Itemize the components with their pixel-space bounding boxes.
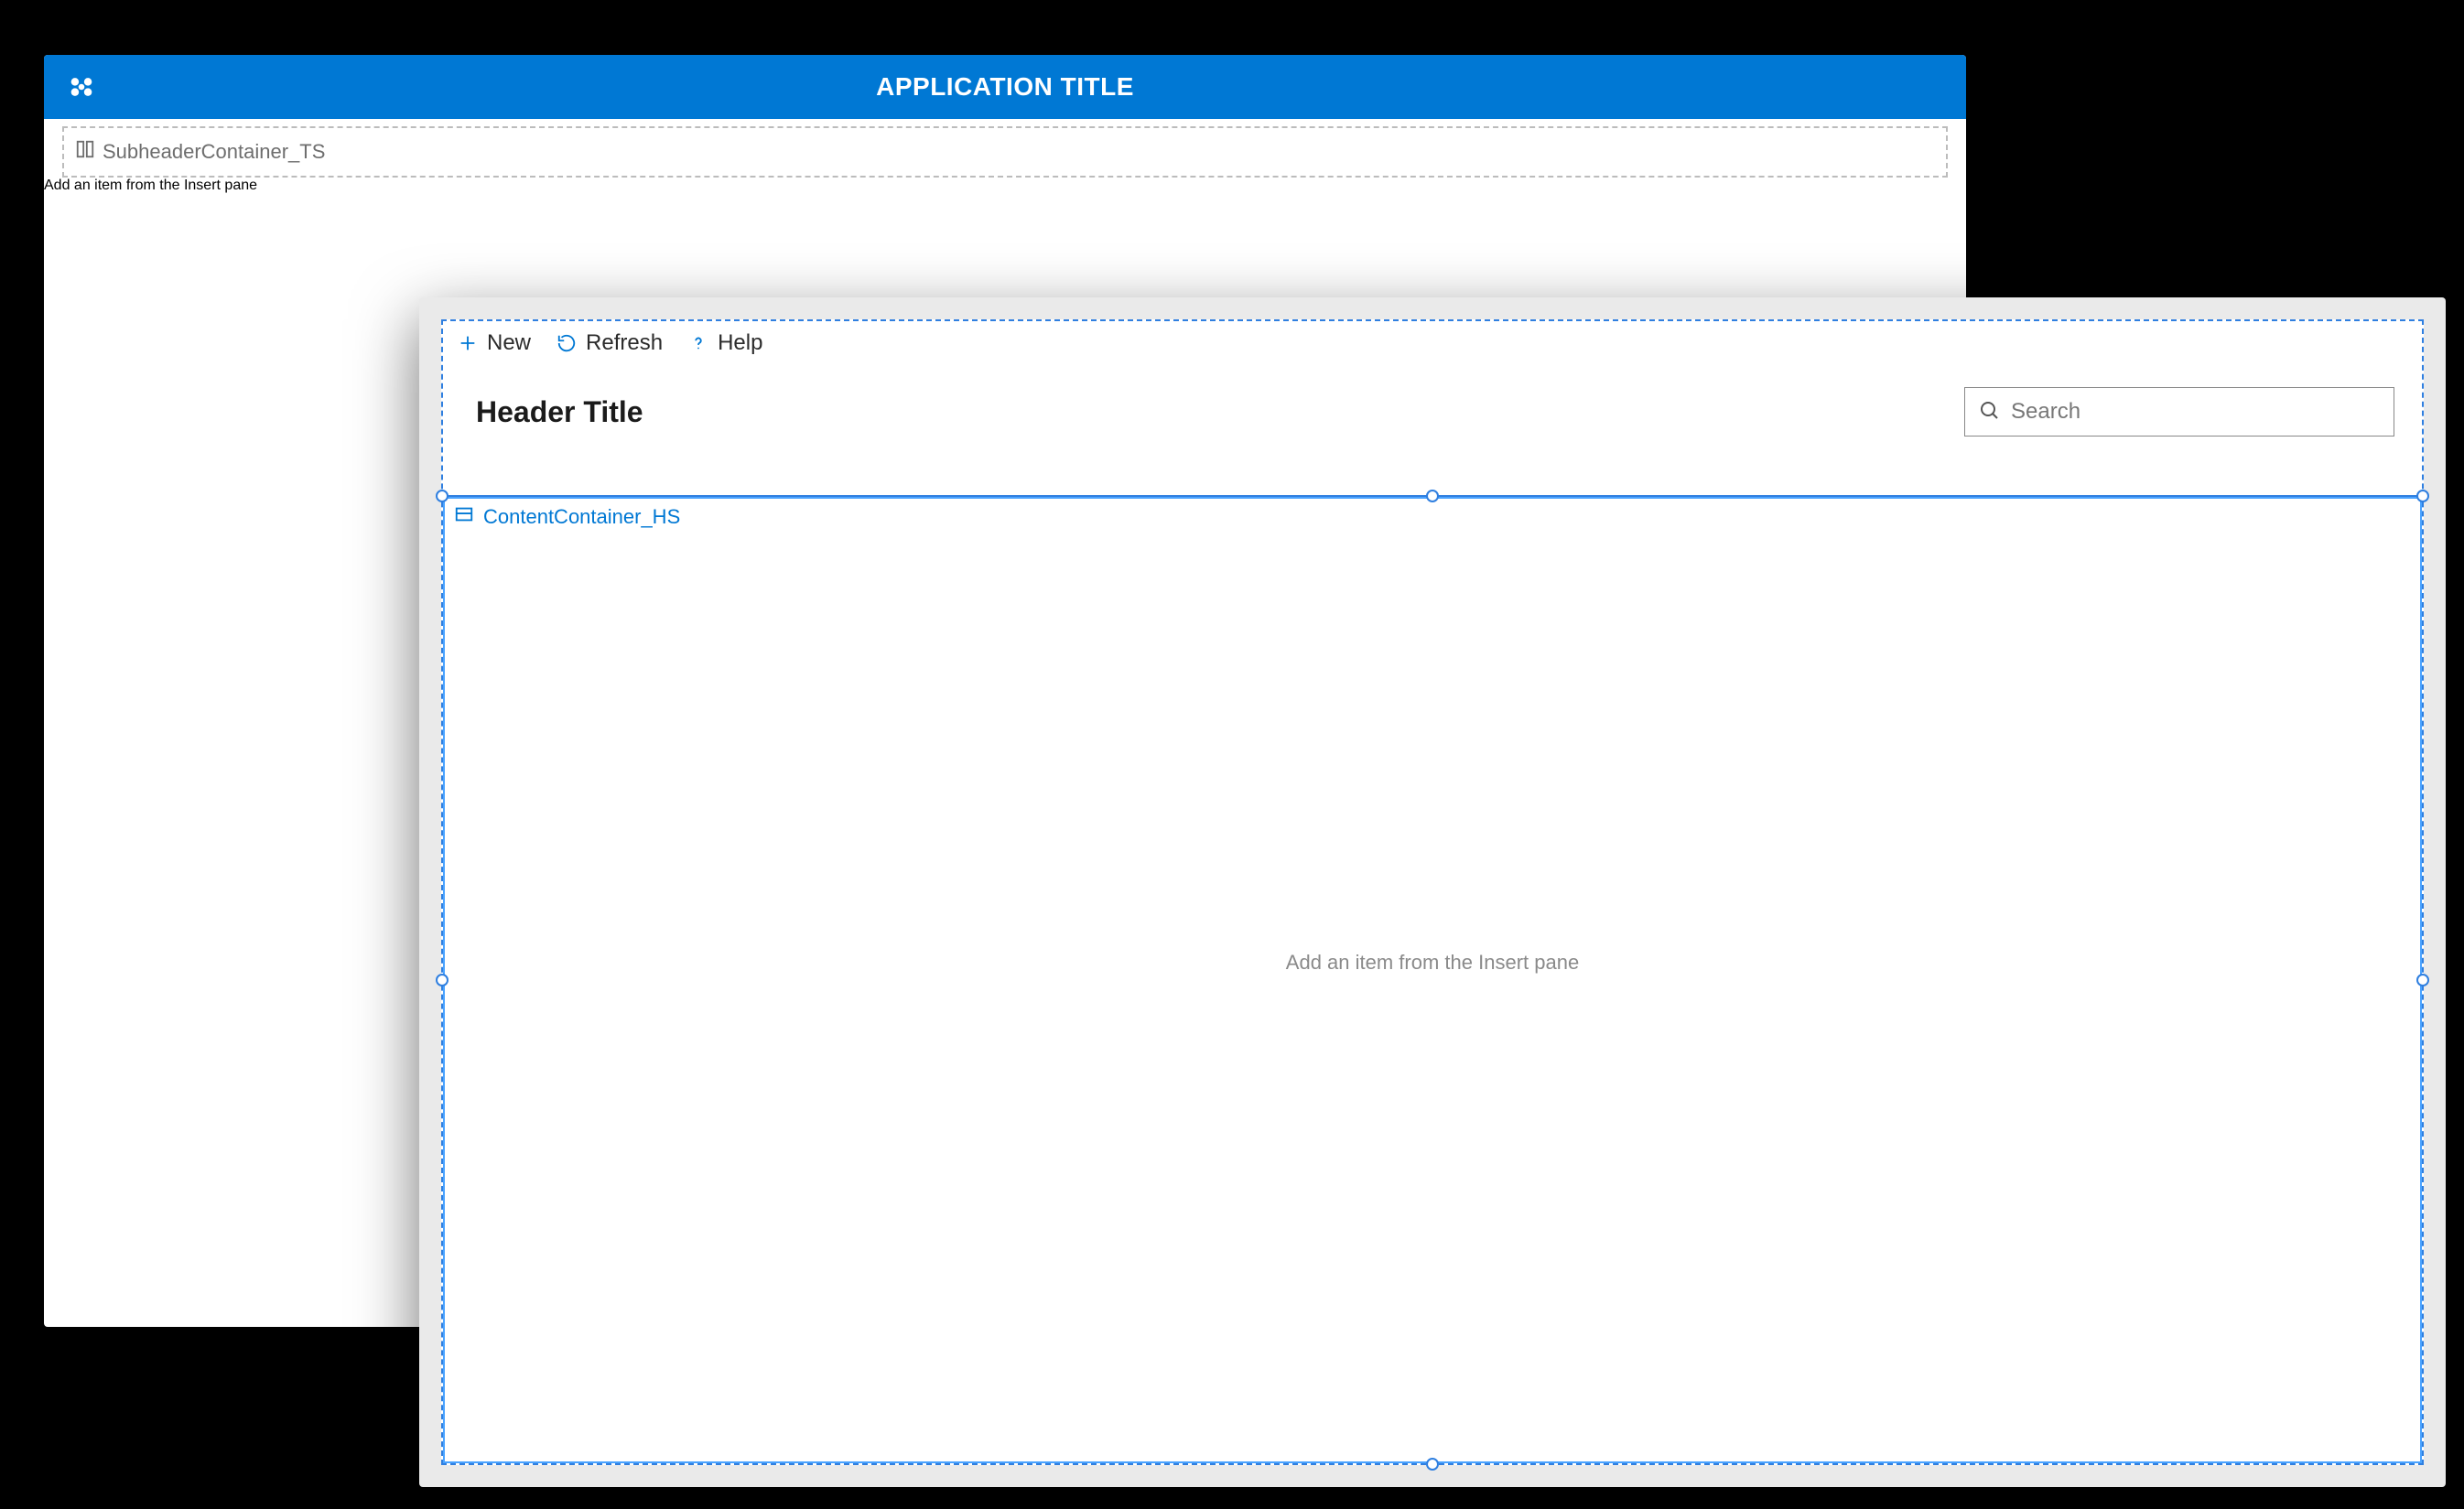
help-button[interactable]: Help <box>688 330 762 356</box>
content-container-label: ContentContainer_HS <box>454 504 680 530</box>
subheader-hint: Add an item from the Insert pane <box>44 178 1966 194</box>
resize-handle-top-left[interactable] <box>436 490 448 502</box>
app-logo-icon <box>66 71 97 102</box>
resize-handle-right[interactable] <box>2416 974 2429 986</box>
content-container-name: ContentContainer_HS <box>483 505 680 529</box>
subheader-wrap: SubheaderContainer_TS Add an item from t… <box>44 126 1966 194</box>
columns-icon <box>75 139 95 165</box>
resize-handle-left[interactable] <box>436 974 448 986</box>
refresh-label: Refresh <box>586 330 663 356</box>
resize-handle-top-right[interactable] <box>2416 490 2429 502</box>
new-label: New <box>487 330 531 356</box>
selection-border <box>443 497 2422 1463</box>
refresh-icon <box>557 333 577 353</box>
container-icon <box>454 504 474 530</box>
title-bar: APPLICATION TITLE <box>44 55 1966 119</box>
search-box[interactable] <box>1964 387 2394 437</box>
plus-icon <box>458 333 478 353</box>
front-inner: New Refresh Help Header Ti <box>441 319 2424 1465</box>
search-input[interactable] <box>2011 399 2381 425</box>
command-bar: New Refresh Help <box>443 321 2422 365</box>
front-panel: New Refresh Help Header Ti <box>419 297 2446 1487</box>
resize-handle-top[interactable] <box>1426 490 1439 502</box>
app-title: APPLICATION TITLE <box>44 72 1966 102</box>
subheader-container[interactable]: SubheaderContainer_TS <box>62 126 1948 178</box>
help-icon <box>688 333 708 353</box>
header-row: Header Title <box>443 365 2422 455</box>
content-container-hint: Add an item from the Insert pane <box>443 951 2422 975</box>
refresh-button[interactable]: Refresh <box>557 330 663 356</box>
header-title: Header Title <box>476 395 643 429</box>
help-label: Help <box>718 330 762 356</box>
search-icon <box>1978 399 2000 426</box>
resize-handle-bottom[interactable] <box>1426 1458 1439 1471</box>
subheader-name-text: SubheaderContainer_TS <box>103 140 325 164</box>
content-container[interactable]: ContentContainer_HS Add an item from the… <box>443 495 2422 1463</box>
new-button[interactable]: New <box>458 330 531 356</box>
subheader-label: SubheaderContainer_TS <box>75 139 325 165</box>
